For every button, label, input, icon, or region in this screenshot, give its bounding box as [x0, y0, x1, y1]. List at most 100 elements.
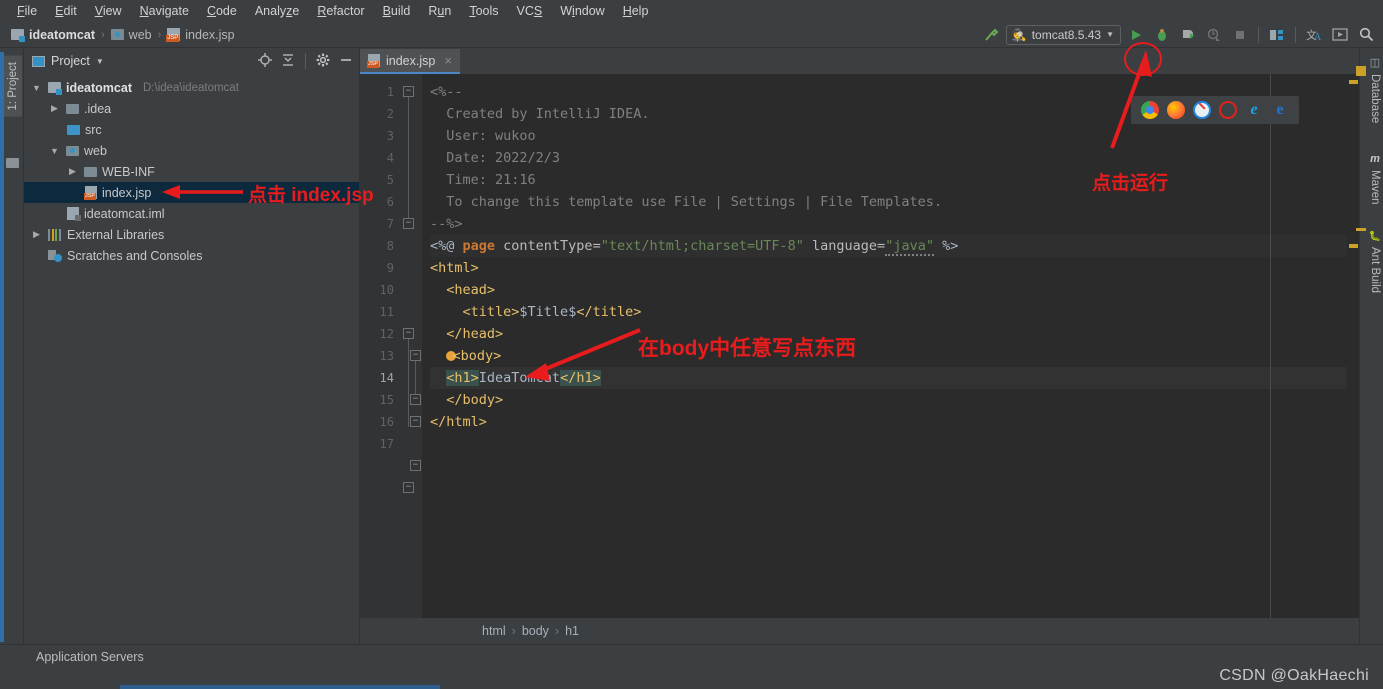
breadcrumb-separator-2: › [157, 28, 162, 41]
fold-marker-head[interactable]: − [410, 350, 421, 361]
project-structure-icon[interactable] [1266, 25, 1288, 45]
breadcrumb-file[interactable]: JSP index.jsp [164, 28, 237, 42]
fold-marker-head-end[interactable]: − [410, 394, 421, 405]
toolbar-actions: 🕵 tomcat8.5.43 ▼ 文 A [980, 24, 1383, 45]
firefox-icon[interactable] [1167, 101, 1185, 119]
scratches-icon [48, 249, 62, 262]
twisty-icon[interactable]: ▶ [66, 166, 79, 177]
run-configuration-selector[interactable]: 🕵 tomcat8.5.43 ▼ [1005, 24, 1121, 45]
locate-target-icon[interactable] [258, 52, 272, 70]
menu-edit[interactable]: Edit [46, 2, 86, 20]
project-tree: ▼ ideatomcat D:\idea\ideatomcat ▶ .idea … [24, 74, 359, 644]
translate-icon[interactable]: 文A [1303, 25, 1325, 45]
tree-node-ideatomcat[interactable]: ▼ ideatomcat D:\idea\ideatomcat [24, 77, 359, 98]
jsp-file-icon: JSP [166, 28, 181, 42]
menu-navigate[interactable]: Navigate [131, 2, 198, 20]
sidebar-tab-database[interactable]: ◫ Database [1369, 56, 1381, 123]
hide-minimize-icon[interactable] [339, 53, 353, 70]
edge-icon[interactable]: e [1271, 101, 1289, 119]
tree-node-idea[interactable]: ▶ .idea [24, 98, 359, 119]
tree-node-external-libraries[interactable]: ▶ External Libraries [24, 224, 359, 245]
title-close-tag: </title> [576, 304, 642, 320]
menu-vcs[interactable]: VCS [508, 2, 552, 20]
tree-node-path: D:\idea\ideatomcat [143, 81, 239, 94]
menu-run[interactable]: Run [419, 2, 460, 20]
stop-icon[interactable] [1229, 25, 1251, 45]
tree-label: External Libraries [67, 227, 165, 242]
menu-view[interactable]: View [86, 2, 131, 20]
breadcrumb-separator: › [101, 28, 105, 41]
menu-tools[interactable]: Tools [460, 2, 507, 20]
code-line-5: Time: 21:16 [430, 172, 536, 188]
menu-help[interactable]: Help [614, 2, 658, 20]
profile-icon[interactable] [1203, 25, 1225, 45]
code-editor[interactable]: 1 2 3 4 5 6 7 8 9 10 11 12 13 14 15 16 1 [360, 74, 1359, 618]
build-hammer-icon[interactable] [980, 25, 1002, 45]
fold-line [408, 97, 409, 229]
line-number: 4 [386, 151, 394, 165]
menu-refactor[interactable]: Refactor [308, 2, 373, 20]
menu-build[interactable]: Build [374, 2, 420, 20]
editor-tab-index-jsp[interactable]: JSP index.jsp × [360, 49, 460, 74]
sidebar-tab-ant-build[interactable]: 🐛 Ant Build [1369, 231, 1381, 293]
code-text[interactable]: <%-- Created by IntelliJ IDEA. User: wuk… [422, 74, 1359, 618]
fold-marker-comment[interactable]: − [403, 86, 414, 97]
safari-icon[interactable] [1193, 101, 1211, 119]
tree-label: ideatomcat [66, 80, 132, 95]
fold-marker-body-end[interactable]: − [410, 460, 421, 471]
opera-icon[interactable] [1219, 101, 1237, 119]
breadcrumb-body[interactable]: body [522, 624, 549, 638]
menu-analyze[interactable]: Analyze [246, 2, 308, 20]
project-panel-header: Project ▼ [24, 48, 359, 74]
tree-label: src [85, 122, 102, 137]
ie-icon[interactable]: e [1245, 101, 1263, 119]
twisty-icon[interactable]: ▶ [48, 103, 61, 114]
search-everywhere-icon[interactable] [1355, 25, 1377, 45]
breadcrumb-file-label: index.jsp [185, 27, 235, 42]
tree-node-web-inf[interactable]: ▶ WEB-INF [24, 161, 359, 182]
editor-scrollbar[interactable] [1347, 74, 1359, 618]
run-configuration-label: tomcat8.5.43 [1031, 27, 1102, 42]
collapse-all-icon[interactable] [281, 53, 295, 70]
run-with-coverage-icon[interactable] [1177, 25, 1199, 45]
tree-node-index-jsp[interactable]: JSP index.jsp [24, 182, 359, 203]
twisty-icon[interactable]: ▶ [30, 229, 43, 240]
twisty-icon[interactable]: ▼ [30, 83, 43, 93]
code-line-3: User: wukoo [430, 128, 536, 144]
warning-marker[interactable] [1349, 80, 1358, 84]
breadcrumb-web[interactable]: web [108, 28, 155, 42]
menu-window[interactable]: Window [551, 2, 613, 20]
sidebar-tab-maven[interactable]: m Maven [1369, 153, 1381, 205]
code-line-6: To change this template use File | Setti… [430, 194, 943, 210]
chrome-icon[interactable] [1141, 101, 1159, 119]
tree-node-iml[interactable]: ideatomcat.iml [24, 203, 359, 224]
settings-gear-icon[interactable] [316, 53, 330, 70]
line-number: 3 [386, 129, 394, 143]
twisty-icon[interactable]: ▼ [48, 146, 61, 156]
editor-area: JSP index.jsp × 1 2 3 4 5 6 7 8 9 10 11 … [360, 48, 1359, 644]
breadcrumb-project[interactable]: ideatomcat [8, 28, 98, 42]
fold-marker-comment-end[interactable]: − [403, 218, 414, 229]
run-icon[interactable] [1125, 25, 1147, 45]
close-icon[interactable]: × [444, 53, 452, 68]
warning-marker-2[interactable] [1349, 244, 1358, 248]
breadcrumb-h1[interactable]: h1 [565, 624, 579, 638]
chevron-down-icon[interactable]: ▼ [96, 57, 104, 66]
presentation-icon[interactable] [1329, 25, 1351, 45]
tree-node-src[interactable]: src [24, 119, 359, 140]
tree-label: ideatomcat.iml [84, 206, 165, 221]
editor-gutter[interactable]: 1 2 3 4 5 6 7 8 9 10 11 12 13 14 15 16 1 [360, 74, 422, 618]
fold-marker-html-end[interactable]: − [403, 482, 414, 493]
tree-node-scratches[interactable]: Scratches and Consoles [24, 245, 359, 266]
tree-node-web[interactable]: ▼ web [24, 140, 359, 161]
sidebar-tab-project[interactable]: 1: Project [4, 56, 22, 117]
folder-icon[interactable] [6, 158, 19, 168]
tool-window-application-servers[interactable]: Application Servers [30, 648, 150, 666]
breadcrumb-html[interactable]: html [482, 624, 506, 638]
menu-code[interactable]: Code [198, 2, 246, 20]
fold-marker-body[interactable]: − [410, 416, 421, 427]
fold-marker-html[interactable]: − [403, 328, 414, 339]
debug-icon[interactable] [1151, 25, 1173, 45]
menu-file[interactable]: File [8, 2, 46, 20]
